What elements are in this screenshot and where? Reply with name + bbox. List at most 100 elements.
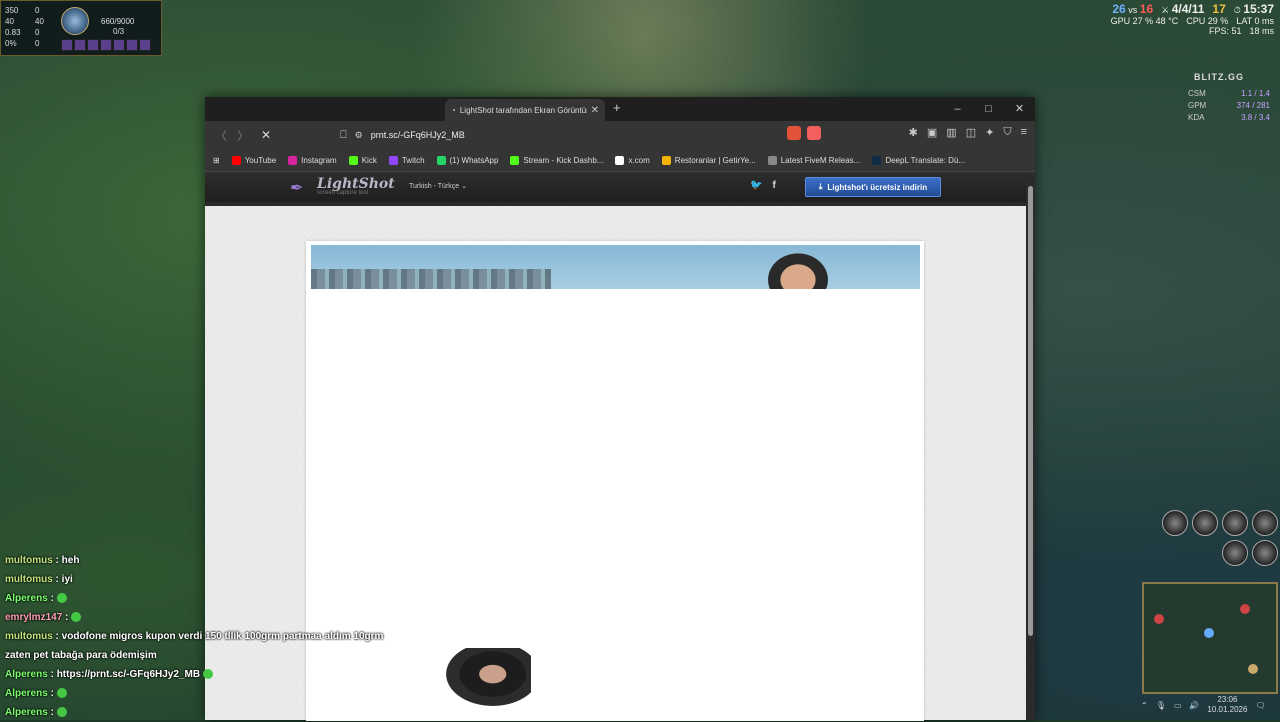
bookmark-item[interactable]: (1) WhatsApp [436,155,498,165]
rewards-icon[interactable] [807,126,821,140]
fps-stat: FPS: 51 [1208,26,1242,36]
minimize-button[interactable]: – [942,97,973,121]
item-icon [100,39,112,51]
stat-value: 40 [5,17,14,26]
bookmark-icon[interactable]: ⎕ [340,129,347,142]
emote-icon [56,688,67,699]
back-button[interactable]: 〈 [215,127,227,144]
chat-username: multomus [5,574,53,585]
bookmark-item[interactable]: Stream - Kick Dashb... [510,155,604,165]
lightshot-logo[interactable]: LightShot screen capture tool [293,176,395,196]
download-button[interactable]: ⤓ Lightshot'ı ücretsiz indirin [805,177,941,197]
tray-chevron-icon[interactable]: ⌃ [1141,701,1148,710]
vs-label: vs [1128,5,1138,15]
bookmark-item[interactable]: DeepL Translate: Dü... [872,155,966,165]
browser-tab[interactable]: ◔ LightShot tarafından Ekran Görüntüsü ✕ [445,99,605,121]
volume-icon[interactable]: 🔊 [1189,701,1199,710]
minimap-marker [1204,628,1214,638]
menu-icon[interactable]: ≡ [1021,126,1027,139]
close-window-button[interactable]: ✕ [1004,97,1035,121]
bookmark-item[interactable]: Twitch [388,155,425,165]
microphone-icon[interactable]: 🎙 [1156,701,1166,710]
bookmark-label: Twitch [401,155,425,165]
bookmark-item[interactable]: Restoranlar | GetirYe... [661,155,756,165]
stat-value: 0% [5,39,17,48]
player-stats-panel: 350 0 40 40 0.83 0 0% 0 660/9000 0/3 [0,0,162,56]
page-scrollbar[interactable] [1026,176,1035,720]
stat-value: 0.83 [5,28,21,37]
hp-readout: 660/9000 [101,17,135,26]
language-label: Turkish - Türkçe [409,183,460,190]
close-tab-icon[interactable]: ✕ [591,105,599,116]
bookmark-favicon-icon [348,155,358,165]
chat-username: Alperens [5,593,48,604]
emote-icon [71,612,82,623]
facebook-icon[interactable]: f [772,180,775,191]
scrollbar-thumb[interactable] [1028,186,1033,636]
maximize-button[interactable]: □ [973,97,1004,121]
minimap-marker [1154,614,1164,624]
notification-icon[interactable]: 🗨 [1255,701,1265,710]
minimap[interactable] [1142,582,1278,694]
screenshot-frame [306,241,924,721]
gpu-stat: GPU 27 % 48 °C [1110,16,1179,26]
toolbar-tools: ✱ ▣ ▥ ◫ ✦ ⛉ ≡ [909,126,1027,139]
chat-message: Alperens : [5,703,383,722]
emote-icon [202,669,213,680]
item-icon [61,39,73,51]
lightshot-header: ✒ LightShot screen capture tool Turkish … [205,172,1035,202]
twitter-icon[interactable]: 🐦 [750,180,762,191]
champion-scoreboard [1150,510,1278,566]
new-tab-button[interactable]: + [613,100,621,115]
brave-shield-icon[interactable] [787,126,801,140]
person-graphic [763,249,833,289]
minimap-marker [1248,664,1258,674]
sidebar-icon[interactable]: ▥ [946,126,956,139]
vpn-icon[interactable]: ⛉ [1003,126,1011,139]
champion-avatar [1252,540,1278,566]
chat-username: Alperens [5,707,48,718]
bookmark-label: Stream - Kick Dashb... [523,155,604,165]
extensions-icon[interactable]: ✱ [909,126,918,139]
wallet-icon[interactable]: ◫ [966,126,976,139]
stop-loading-button[interactable]: ✕ [261,128,271,142]
apps-grid-icon[interactable]: ⊞ [213,156,220,165]
forward-button[interactable]: 〉 [237,127,249,144]
blitz-stats: CSM 1.1 / 1.4 GPM 374 / 281 KDA 3.8 / 3.4 [1188,88,1270,124]
blitz-row: CSM 1.1 / 1.4 [1188,88,1270,100]
chat-username: multomus [5,631,53,642]
blitz-row: GPM 374 / 281 [1188,100,1270,112]
item-slots [61,39,151,51]
stat-value: 350 [5,6,19,15]
bookmark-item[interactable]: YouTube [231,155,277,165]
address-bar[interactable]: ⎕ ⚙ prnt.sc/-GFq6HJy2_MB ⇪ [340,124,820,146]
download-label: Lightshot'ı ücretsiz indirin [827,182,928,192]
network-icon[interactable]: ▭ [1174,701,1182,710]
bookmark-label: DeepL Translate: Dü... [885,155,966,165]
item-icon [87,39,99,51]
chat-message: multomus : heh [5,555,80,566]
url-text[interactable]: prnt.sc/-GFq6HJy2_MB [371,130,465,140]
game-clock: ⏱ 15:37 [1233,2,1274,16]
champion-avatar [1192,510,1218,536]
bookmark-favicon-icon [288,155,298,165]
screenshot-image[interactable] [311,245,920,289]
crowd-graphic [311,269,551,289]
bookmark-item[interactable]: Instagram [288,155,337,165]
chat-message: Alperens : https://prnt.sc/-GFq6HJy2_MB [5,665,383,684]
ai-icon[interactable]: ✦ [985,126,994,139]
site-info-icon[interactable]: ⚙ [355,130,363,141]
chat-text: https://prnt.sc/-GFq6HJy2_MB [56,669,201,680]
bookmark-item[interactable]: Latest FiveM Releas... [767,155,860,165]
bookmark-item[interactable]: Kick [348,155,377,165]
tab-favicon-icon: ◔ [451,105,456,115]
chat-message: zaten pet tabağa para ödemişim [5,646,383,665]
ping-stat: 18 ms [1249,26,1274,36]
bookmark-label: YouTube [244,155,277,165]
chat-username: multomus [5,555,53,566]
bookmark-item[interactable]: x.com [615,155,650,165]
screenshot-icon[interactable]: ▣ [927,126,937,139]
clock-value: 15:37 [1243,2,1274,16]
system-clock[interactable]: 23:06 10.01.2026 [1207,695,1247,715]
language-select[interactable]: Turkish - Türkçe ⌄ [409,182,467,190]
